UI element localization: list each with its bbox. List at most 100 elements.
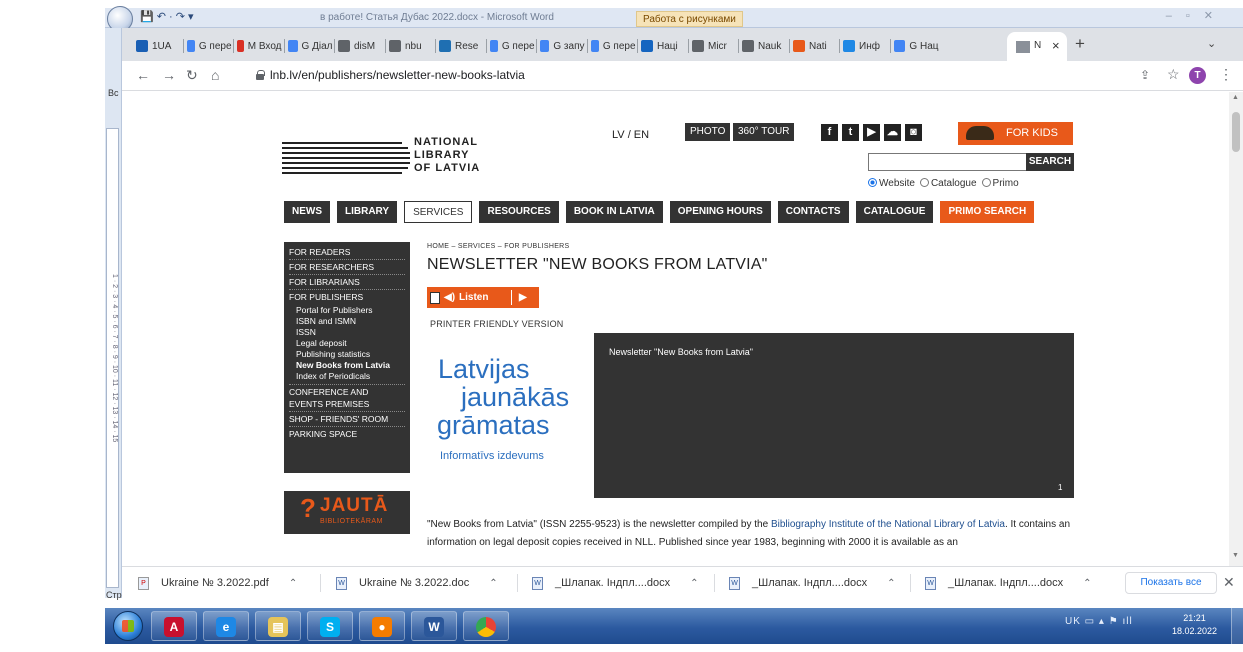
back-arrow-icon[interactable]: ←	[136, 67, 150, 83]
start-button[interactable]	[113, 611, 143, 641]
word-context-tab[interactable]: Работа с рисунками	[636, 11, 743, 27]
radio-website[interactable]: Website	[868, 178, 915, 189]
browser-tab[interactable]: Rese	[439, 36, 484, 56]
scroll-up-arrow-icon[interactable]: ▲	[1232, 94, 1239, 101]
side-parking[interactable]: PARKING SPACE	[289, 428, 405, 441]
nav-news[interactable]: NEWS	[284, 201, 330, 223]
cloud-icon[interactable]: ☁	[884, 124, 901, 141]
nav-catalogue[interactable]: CATALOGUE	[855, 201, 934, 223]
radio-primo[interactable]: Primo	[981, 178, 1019, 189]
language-indicator[interactable]: UK	[1065, 616, 1081, 627]
language-switch[interactable]: LV / EN	[612, 129, 649, 141]
forward-arrow-icon[interactable]: →	[162, 67, 176, 83]
close-icon[interactable]: ✕	[1223, 574, 1235, 591]
side-conference-line-1[interactable]: CONFERENCE AND	[289, 386, 405, 397]
reload-icon[interactable]: ↻	[186, 67, 198, 84]
chevron-up-icon[interactable]: ⌃	[887, 578, 895, 589]
site-search-input[interactable]	[868, 153, 1028, 171]
scrollbar-thumb[interactable]	[1232, 112, 1240, 152]
embedded-viewer[interactable]: Newsletter "New Books from Latvia" 1	[594, 333, 1074, 498]
nav-library[interactable]: LIBRARY	[337, 201, 398, 223]
bibliography-institute-link[interactable]: Bibliography Institute of the National L…	[771, 519, 1005, 530]
photo-button[interactable]: PHOTO	[685, 123, 731, 141]
show-all-downloads-button[interactable]: Показать все	[1125, 572, 1217, 594]
nav-opening-hours[interactable]: OPENING HOURS	[669, 201, 771, 223]
side-conference-line-2[interactable]: EVENTS PREMISES	[289, 398, 405, 412]
download-item[interactable]: W _Шлапак. Індпл....docx ⌃	[925, 567, 1092, 599]
browser-tab[interactable]: Nauk	[742, 36, 787, 56]
browser-tab[interactable]: Инф	[843, 36, 888, 56]
download-item[interactable]: W _Шлапак. Індпл....docx ⌃	[532, 567, 699, 599]
nav-services[interactable]: SERVICES	[404, 201, 473, 223]
for-kids-button[interactable]: FOR KIDS	[958, 122, 1073, 145]
active-tab[interactable]: N ×	[1007, 32, 1067, 61]
nav-primo-search[interactable]: PRIMO SEARCH	[940, 201, 1035, 223]
ask-librarian-banner[interactable]: ? JAUTĀ BIBLIOTEKĀRAM	[284, 491, 410, 534]
search-button[interactable]: SEARCH	[1026, 153, 1074, 171]
browser-tab[interactable]: G пере	[187, 36, 232, 56]
scroll-down-arrow-icon[interactable]: ▼	[1232, 552, 1239, 559]
browser-tab[interactable]: disM	[338, 36, 383, 56]
tour-button[interactable]: 360° TOUR	[733, 123, 795, 141]
download-item[interactable]: W _Шлапак. Індпл....docx ⌃	[729, 567, 896, 599]
taskbar-app[interactable]	[463, 611, 509, 641]
browser-tab[interactable]: G пере	[591, 36, 636, 56]
browser-tab[interactable]: G запу	[540, 36, 585, 56]
url-text[interactable]: lnb.lv/en/publishers/newsletter-new-book…	[270, 68, 525, 82]
nav-contacts[interactable]: CONTACTS	[777, 201, 849, 223]
chevron-up-icon[interactable]: ⌃	[289, 578, 297, 589]
chevron-up-icon[interactable]: ⌃	[489, 578, 497, 589]
youtube-icon[interactable]: ▶	[863, 124, 880, 141]
side-publishing-statistics[interactable]: Publishing statistics	[289, 349, 405, 360]
radio-catalogue[interactable]: Catalogue	[919, 178, 977, 189]
system-tray[interactable]: UK ▭ ▴ ⚑ ıll	[1065, 616, 1133, 627]
bookmark-star-icon[interactable]: ☆	[1167, 66, 1180, 83]
tab-search-button[interactable]: ⌄	[1207, 37, 1216, 50]
side-shop[interactable]: SHOP - FRIENDS' ROOM	[289, 413, 405, 427]
menu-kebab-icon[interactable]: ⋮	[1219, 66, 1233, 83]
new-tab-button[interactable]: +	[1075, 34, 1085, 54]
browser-tab[interactable]: nbu	[389, 36, 434, 56]
download-item[interactable]: P Ukraine № 3.2022.pdf ⌃	[138, 567, 297, 599]
side-isbn-ismn[interactable]: ISBN and ISMN	[289, 316, 405, 327]
close-tab-icon[interactable]: ×	[1052, 38, 1060, 53]
word-quick-access-toolbar[interactable]: 💾 ↶ · ↷ ▾	[140, 10, 194, 23]
address-bar[interactable]: lnb.lv/en/publishers/newsletter-new-book…	[256, 66, 1116, 86]
side-index-of-periodicals[interactable]: Index of Periodicals	[289, 371, 405, 385]
vertical-scrollbar[interactable]: ▲ ▼	[1229, 92, 1243, 566]
nav-book-in-latvia[interactable]: BOOK IN LATVIA	[565, 201, 663, 223]
browser-tab[interactable]: Micr	[692, 36, 737, 56]
home-icon[interactable]: ⌂	[211, 67, 219, 83]
browser-tab[interactable]: Nati	[793, 36, 838, 56]
twitter-icon[interactable]: t	[842, 124, 859, 141]
taskbar-app[interactable]: A	[151, 611, 197, 641]
browser-tab[interactable]: G Діал	[288, 36, 333, 56]
printer-friendly-link[interactable]: PRINTER FRIENDLY VERSION	[430, 319, 564, 329]
side-for-publishers[interactable]: FOR PUBLISHERS	[289, 291, 405, 304]
instagram-icon[interactable]: ◙	[905, 124, 922, 141]
taskbar-app[interactable]: W	[411, 611, 457, 641]
word-window-controls[interactable]: –▫✕	[1166, 9, 1227, 22]
share-icon[interactable]: ⇪	[1140, 68, 1150, 82]
word-vertical-ruler[interactable]: 1 · 2 · 3 · 4 · 5 · 6 · 7 · 8 · 9 · 10 ·…	[106, 128, 119, 588]
show-desktop-button[interactable]	[1231, 608, 1243, 644]
browser-tab[interactable]: G пере	[490, 36, 535, 56]
browser-tab[interactable]: 1UA	[136, 36, 181, 56]
side-new-books-from-latvia[interactable]: New Books from Latvia	[289, 360, 405, 371]
nav-resources[interactable]: RESOURCES	[479, 201, 559, 223]
side-for-researchers[interactable]: FOR RESEARCHERS	[289, 261, 405, 275]
chevron-up-icon[interactable]: ⌃	[690, 578, 698, 589]
clock[interactable]: 21:21 18.02.2022	[1172, 612, 1217, 638]
taskbar-app[interactable]: S	[307, 611, 353, 641]
download-item[interactable]: W Ukraine № 3.2022.doc ⌃	[336, 567, 498, 599]
browser-tab[interactable]: G Нац	[894, 36, 939, 56]
nll-logo[interactable]: NATIONAL LIBRARY OF LATVIA	[282, 136, 522, 186]
side-for-librarians[interactable]: FOR LIBRARIANS	[289, 276, 405, 290]
taskbar-app[interactable]: ●	[359, 611, 405, 641]
browser-tab[interactable]: M Вход	[237, 36, 282, 56]
browser-tab[interactable]: Наці	[641, 36, 686, 56]
profile-avatar[interactable]: T	[1189, 67, 1206, 84]
side-for-readers[interactable]: FOR READERS	[289, 246, 405, 260]
breadcrumb[interactable]: HOME – SERVICES – FOR PUBLISHERS	[427, 243, 570, 250]
facebook-icon[interactable]: f	[821, 124, 838, 141]
